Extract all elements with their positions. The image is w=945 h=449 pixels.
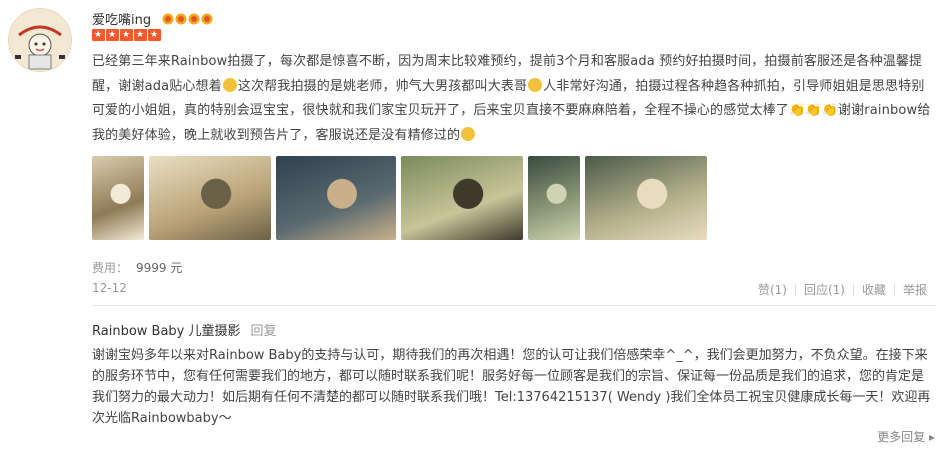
star-icon: [106, 29, 119, 41]
fee-label: 费用：: [92, 261, 129, 275]
smile-emoji-icon: [222, 77, 237, 92]
vip-badges: [162, 10, 213, 25]
review-text: 已经第三年来Rainbow拍摄了，每次都是惊喜不断，因为周末比较难预约，提前3个…: [92, 50, 934, 148]
vip-badge-icon: [201, 10, 213, 25]
star-icon: [120, 29, 133, 41]
photo-6[interactable]: [585, 156, 707, 240]
photo-1[interactable]: [92, 156, 144, 240]
vip-badge-icon: [175, 10, 187, 25]
clap-emoji-icon: 👏👏👏: [788, 103, 838, 118]
star-icon: [92, 29, 105, 41]
merchant-reply-link[interactable]: 回复: [251, 324, 277, 339]
star-icon: [134, 29, 147, 41]
more-replies-link[interactable]: 更多回复 ▸: [877, 428, 935, 445]
review-date: 12-12: [92, 281, 127, 295]
fee-info: 费用： 9999 元: [92, 259, 182, 276]
photo-2[interactable]: [149, 156, 271, 240]
collect-button[interactable]: 收藏: [854, 281, 894, 298]
grin-emoji-icon: [528, 77, 543, 92]
merchant-name[interactable]: Rainbow Baby 儿童摄影: [92, 324, 241, 339]
rating-stars: [92, 29, 161, 41]
merchant-reply-header: Rainbow Baby 儿童摄影 回复: [92, 320, 277, 339]
photo-3[interactable]: [276, 156, 396, 240]
photo-5[interactable]: [528, 156, 580, 240]
vip-badge-icon: [162, 10, 174, 25]
star-icon: [148, 29, 161, 41]
reviewer-name[interactable]: 爱吃嘴ing: [92, 9, 151, 28]
user-avatar[interactable]: [8, 8, 72, 72]
section-divider: [92, 305, 935, 306]
review-text-part: 这次帮我拍摄的是姚老师，帅气大男孩都叫大表哥: [237, 78, 528, 94]
report-button[interactable]: 举报: [895, 281, 935, 298]
fee-value: 9999 元: [136, 261, 183, 275]
like-button[interactable]: 赞(1): [750, 281, 795, 298]
photo-4[interactable]: [401, 156, 523, 240]
review-actions: 赞(1) 回应(1) 收藏 举报: [750, 281, 935, 298]
reply-button[interactable]: 回应(1): [796, 281, 853, 298]
merchant-reply-text: 谢谢宝妈多年以来对Rainbow Baby的支持与认可，期待我们的再次相遇！您的…: [92, 348, 931, 426]
avatar-illustration: [9, 9, 71, 71]
grin-emoji-icon: [461, 126, 476, 141]
vip-badge-icon: [188, 10, 200, 25]
